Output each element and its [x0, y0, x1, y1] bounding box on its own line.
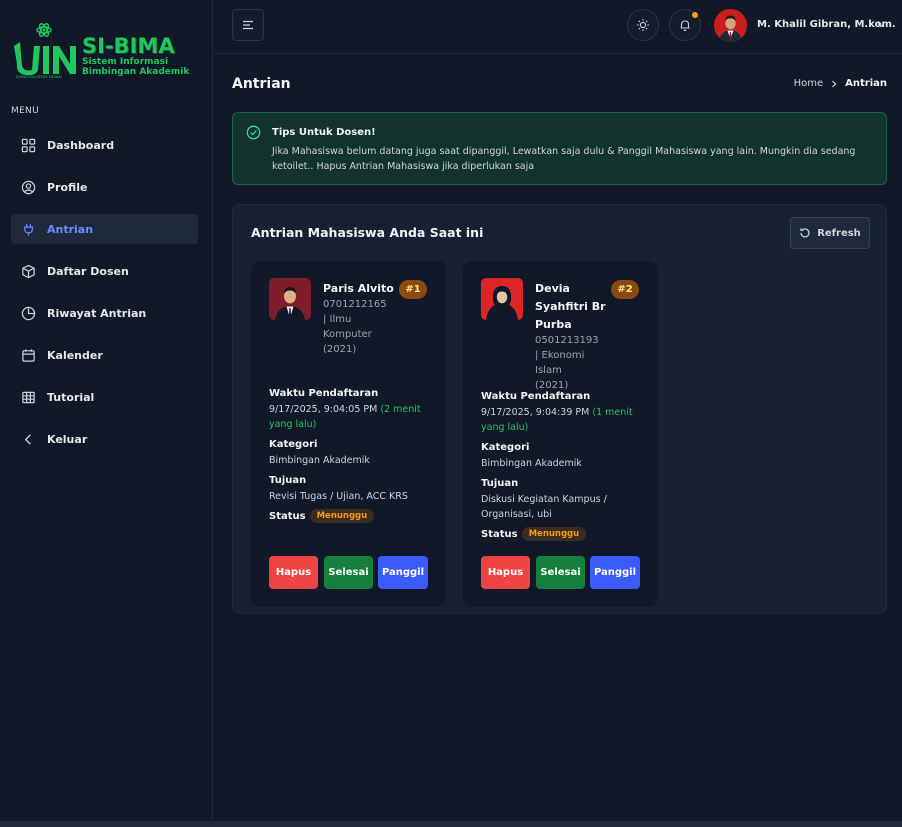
sidebar-item-keluar[interactable]: Keluar: [11, 424, 198, 454]
kategori-label: Kategori: [481, 442, 530, 453]
breadcrumb-home[interactable]: Home: [794, 78, 824, 89]
brand-subtitle-1: Sistem Informasi: [82, 57, 169, 67]
sidebar-nav: Dashboard Profile Antrian Daftar Dosen R…: [11, 130, 198, 466]
queue-rank-badge: #1: [399, 280, 427, 299]
sidebar-item-label: Kalender: [47, 348, 103, 362]
hapus-button[interactable]: Hapus: [481, 556, 530, 589]
panggil-button[interactable]: Panggil: [378, 556, 428, 589]
refresh-button[interactable]: Refresh: [790, 217, 870, 249]
sidebar-item-dashboard[interactable]: Dashboard: [11, 130, 198, 160]
status-badge: Menunggu: [309, 509, 375, 523]
tips-alert: Tips Untuk Dosen! Jika Mahasiswa belum d…: [232, 112, 887, 185]
brand-subtitle-2: Bimbingan Akademik: [82, 67, 190, 77]
sidebar-item-label: Riwayat Antrian: [47, 306, 147, 320]
user-avatar[interactable]: [714, 9, 747, 42]
chevron-left-icon: [24, 433, 31, 445]
selesai-button[interactable]: Selesai: [536, 556, 585, 589]
sidebar-item-kalender[interactable]: Kalender: [11, 340, 198, 370]
sidebar-item-profile[interactable]: Profile: [11, 172, 198, 202]
bell-icon: [680, 20, 690, 31]
waktu-label: Waktu Pendaftaran: [269, 388, 379, 399]
sidebar-item-daftar-dosen[interactable]: Daftar Dosen: [11, 256, 198, 286]
notification-dot: [692, 12, 698, 18]
status-row: Status Menunggu: [269, 509, 375, 523]
sidebar: SI-BIMA Sistem Informasi Bimbingan Akade…: [0, 0, 213, 821]
notification-button[interactable]: [669, 9, 701, 41]
breadcrumb: Home Antrian: [794, 78, 887, 89]
brand-caption: SUMATERA UTARA MEDAN: [16, 75, 62, 79]
page-title: Antrian: [232, 76, 291, 92]
tujuan-value: Revisi Tugas / Ujian, ACC KRS: [269, 491, 408, 502]
user-name[interactable]: M. Khalil Gibran, M.kom.: [757, 19, 896, 30]
waktu-label: Waktu Pendaftaran: [481, 391, 591, 402]
check-circle-icon: [246, 125, 261, 140]
uin-logo-icon: [14, 23, 76, 76]
status-label: Status: [269, 510, 306, 522]
kategori-label: Kategori: [269, 439, 318, 450]
tujuan-value: Diskusi Kegiatan Kampus / Organisasi, ub…: [481, 494, 607, 520]
chevron-right-icon: [832, 80, 837, 87]
sidebar-item-antrian[interactable]: Antrian: [11, 214, 198, 244]
status-badge: Menunggu: [521, 527, 587, 541]
student-nim-prodi: 0501213193 | Ekonomi Islam (2021): [535, 335, 599, 391]
waktu-value: 9/17/2025, 9:04:39 PM (1 menit yang lalu…: [481, 407, 633, 433]
sidebar-item-label: Profile: [47, 180, 88, 194]
cube-icon: [22, 264, 35, 278]
breadcrumb-current: Antrian: [845, 78, 887, 89]
menu-label: MENU: [11, 106, 39, 116]
brand-logo[interactable]: SI-BIMA Sistem Informasi Bimbingan Akade…: [10, 20, 189, 82]
alert-text: Jika Mahasiswa belum datang juga saat di…: [272, 146, 856, 172]
selesai-button[interactable]: Selesai: [324, 556, 373, 589]
sidebar-toggle-button[interactable]: [232, 9, 264, 41]
sidebar-item-label: Daftar Dosen: [47, 264, 129, 278]
student-photo-icon: [481, 278, 523, 320]
tujuan-label: Tujuan: [481, 478, 519, 489]
student-photo-icon: [269, 278, 311, 320]
kategori-value: Bimbingan Akademik: [481, 458, 582, 469]
user-photo-icon: [714, 9, 747, 42]
plug-icon: [24, 223, 33, 236]
brand-title: SI-BIMA: [82, 34, 175, 58]
hapus-button[interactable]: Hapus: [269, 556, 318, 589]
alert-title: Tips Untuk Dosen!: [272, 127, 376, 138]
kategori-value: Bimbingan Akademik: [269, 455, 370, 466]
status-row: Status Menunggu: [481, 527, 587, 541]
sidebar-item-riwayat-antrian[interactable]: Riwayat Antrian: [11, 298, 198, 328]
queue-panel: Antrian Mahasiswa Anda Saat ini Refresh …: [232, 204, 887, 614]
queue-card-1: Paris Alvito #1 0701212165 | Ilmu Komput…: [251, 261, 446, 607]
calendar-icon: [22, 348, 35, 362]
pie-chart-icon: [21, 306, 36, 320]
student-name: Devia Syahfitri Br Purba: [535, 282, 606, 331]
waktu-value: 9/17/2025, 9:04:05 PM (2 menit yang lalu…: [269, 404, 421, 430]
user-circle-icon: [21, 180, 36, 194]
tujuan-label: Tujuan: [269, 475, 307, 486]
queue-card-2: Devia Syahfitri Br Purba #2 0501213193 |…: [463, 261, 658, 607]
top-header: M. Khalil Gibran, M.kom.: [214, 0, 902, 54]
queue-title: Antrian Mahasiswa Anda Saat ini: [251, 225, 484, 240]
queue-rank-badge: #2: [611, 280, 639, 299]
student-photo: [481, 278, 523, 320]
sidebar-item-label: Antrian: [47, 222, 94, 236]
sidebar-item-label: Dashboard: [47, 138, 115, 152]
student-name: Paris Alvito: [323, 282, 394, 295]
sun-icon: [637, 19, 649, 31]
theme-toggle-button[interactable]: [627, 9, 659, 41]
status-label: Status: [481, 528, 518, 540]
panggil-button[interactable]: Panggil: [590, 556, 640, 589]
bottom-scrollbar: [0, 821, 902, 827]
refresh-label: Refresh: [817, 227, 861, 239]
menu-icon: [243, 20, 253, 30]
chevron-down-icon[interactable]: [876, 20, 886, 30]
refresh-icon: [800, 228, 810, 238]
sidebar-item-label: Tutorial: [47, 390, 95, 404]
table-icon: [22, 391, 35, 403]
student-nim-prodi: 0701212165 | Ilmu Komputer (2021): [323, 299, 387, 355]
sidebar-item-tutorial[interactable]: Tutorial: [11, 382, 198, 412]
student-photo: [269, 278, 311, 320]
dashboard-icon: [21, 138, 36, 152]
sidebar-item-label: Keluar: [47, 432, 88, 446]
